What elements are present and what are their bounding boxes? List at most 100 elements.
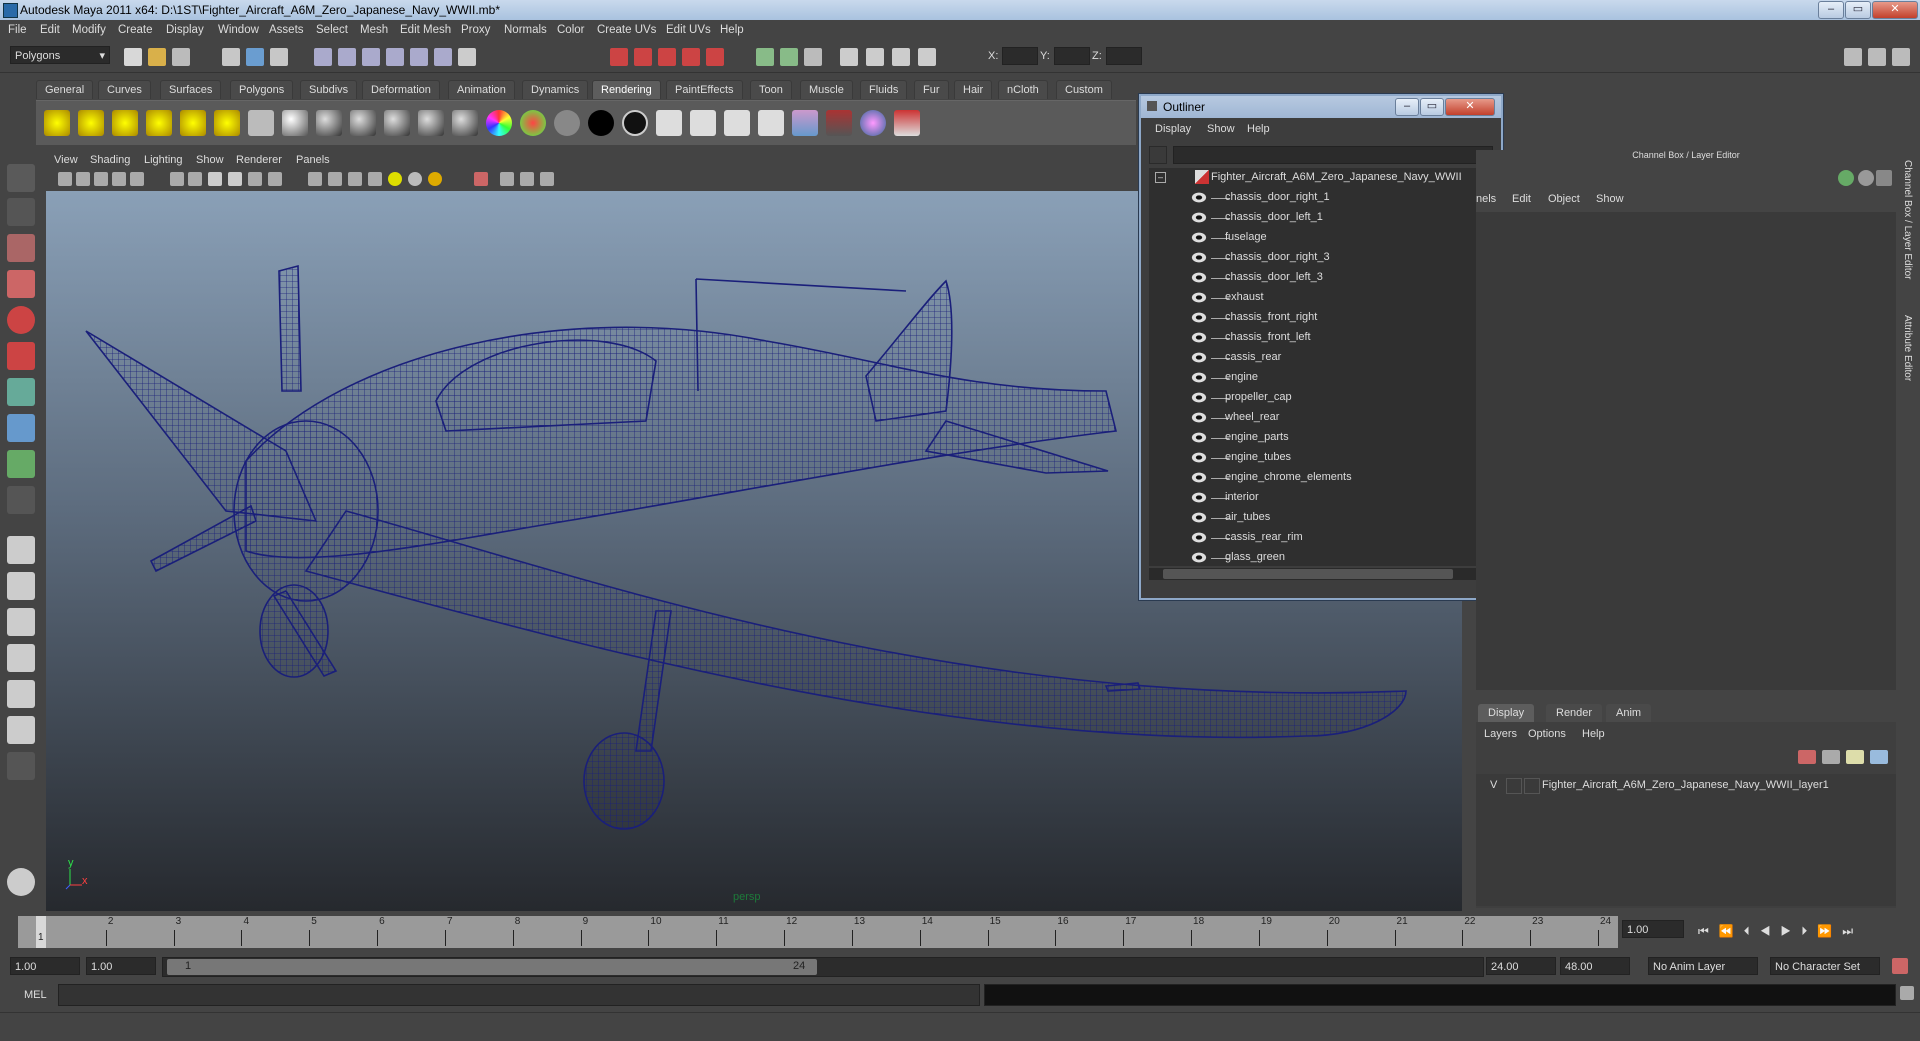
select-hierarchy-icon[interactable]: [222, 48, 240, 66]
go-to-end-icon[interactable]: ⏭: [1842, 924, 1863, 938]
playback-end-field[interactable]: 24.00: [1486, 957, 1556, 975]
range-slider-handle[interactable]: 1 24: [167, 959, 817, 975]
menu-edit[interactable]: Edit: [40, 24, 60, 36]
select-object-icon[interactable]: [246, 48, 264, 66]
vp-menu-renderer[interactable]: Renderer: [236, 154, 282, 166]
select-tool-icon[interactable]: [7, 164, 35, 192]
render-settings-icon[interactable]: [658, 48, 676, 66]
camera-attributes-icon[interactable]: [76, 172, 90, 186]
minimize-button[interactable]: –: [1818, 1, 1844, 19]
soft-select-icon[interactable]: [866, 48, 884, 66]
outliner-maximize-button[interactable]: ▭: [1420, 98, 1444, 116]
four-view-layout-icon[interactable]: [7, 572, 35, 600]
menu-color[interactable]: Color: [557, 24, 584, 36]
menu-select[interactable]: Select: [316, 24, 348, 36]
shelf-tab-subdivs[interactable]: Subdivs: [300, 80, 358, 99]
layers-help-menu[interactable]: Help: [1582, 728, 1605, 740]
vp-menu-panels[interactable]: Panels: [296, 154, 330, 166]
flat-shade-icon[interactable]: [228, 172, 242, 186]
menu-create-uvs[interactable]: Create UVs: [597, 24, 656, 36]
ambient-light-icon[interactable]: [44, 110, 70, 136]
menu-normals[interactable]: Normals: [504, 24, 547, 36]
paint-select-tool-icon[interactable]: [7, 234, 35, 262]
select-camera-icon[interactable]: [58, 172, 72, 186]
channelbox-show-menu[interactable]: Show: [1596, 193, 1624, 205]
new-scene-icon[interactable]: [124, 48, 142, 66]
channel-box-pen-icon[interactable]: [1876, 170, 1892, 186]
open-scene-icon[interactable]: [148, 48, 166, 66]
rotate-tool-icon[interactable]: [7, 306, 35, 334]
surface-shader-icon[interactable]: [622, 110, 648, 136]
outliner-root-row[interactable]: – Fighter_Aircraft_A6M_Zero_Japanese_Nav…: [1149, 168, 1479, 188]
z-field[interactable]: [1106, 47, 1142, 65]
gamma-icon[interactable]: [540, 172, 554, 186]
film-gate-icon[interactable]: [130, 172, 144, 186]
persp-graph-layout-icon[interactable]: [7, 644, 35, 672]
cmdline-language[interactable]: MEL: [24, 989, 47, 1001]
outliner-item[interactable]: chassis_front_left: [1149, 328, 1479, 348]
outliner-filter-field[interactable]: [1173, 146, 1493, 164]
outliner-title-bar[interactable]: Outliner – ▭ ✕: [1141, 96, 1501, 118]
area-light-icon[interactable]: [180, 110, 206, 136]
menu-edit-uvs[interactable]: Edit UVs: [666, 24, 711, 36]
layer-visibility-toggle[interactable]: V: [1490, 779, 1497, 791]
menu-proxy[interactable]: Proxy: [461, 24, 490, 36]
directional-light-icon[interactable]: [78, 110, 104, 136]
menu-help[interactable]: Help: [720, 24, 744, 36]
outliner-item[interactable]: chassis_door_right_3: [1149, 248, 1479, 268]
script-editor-icon[interactable]: [1900, 986, 1914, 1000]
channel-box-lock-icon[interactable]: [1858, 170, 1874, 186]
move-tool-icon[interactable]: [7, 270, 35, 298]
x-field[interactable]: [1002, 47, 1038, 65]
current-frame-marker[interactable]: 1: [36, 916, 46, 948]
save-scene-icon[interactable]: [172, 48, 190, 66]
menu-file[interactable]: File: [8, 24, 27, 36]
channelbox-object-menu[interactable]: Object: [1548, 193, 1580, 205]
outliner-item[interactable]: fuselage: [1149, 228, 1479, 248]
outliner-item[interactable]: engine: [1149, 368, 1479, 388]
ipr-icon[interactable]: [690, 110, 716, 136]
lights-yellow-icon[interactable]: [388, 172, 402, 186]
channels-menu[interactable]: nels: [1476, 193, 1496, 205]
lasso-tool-icon[interactable]: [7, 198, 35, 226]
point-light-icon[interactable]: [112, 110, 138, 136]
ramp-shader-icon[interactable]: [486, 110, 512, 136]
shelf-tab-fluids[interactable]: Fluids: [860, 80, 908, 99]
outliner-item[interactable]: glass_green: [1149, 548, 1479, 566]
outliner-item[interactable]: propeller_cap: [1149, 388, 1479, 408]
persp-hypershade-layout-icon[interactable]: [7, 716, 35, 744]
shelf-tab-surfaces[interactable]: Surfaces: [160, 80, 222, 99]
attribute-editor-toggle-icon[interactable]: [1844, 48, 1862, 66]
render-globals-icon[interactable]: [758, 110, 784, 136]
shelf-tab-general[interactable]: General: [36, 80, 94, 99]
symmetry-icon[interactable]: [892, 48, 910, 66]
paint-canvas-icon[interactable]: [860, 110, 886, 136]
outliner-item[interactable]: cassis_rear_rim: [1149, 528, 1479, 548]
hypershade-shelf-icon[interactable]: [792, 110, 818, 136]
layer-tab-render[interactable]: Render: [1546, 704, 1603, 722]
go-to-start-icon[interactable]: ⏮: [1698, 924, 1719, 938]
outliner-item[interactable]: air_tubes: [1149, 508, 1479, 528]
new-layer-icon[interactable]: [1846, 750, 1864, 764]
layer-settings-icon[interactable]: [1870, 750, 1888, 764]
hypershade-layout-icon[interactable]: [7, 680, 35, 708]
channel-box-side-tab[interactable]: Channel Box / Layer Editor: [1902, 160, 1913, 280]
layout-options-icon[interactable]: [7, 752, 35, 780]
input-line-mode-icon[interactable]: [780, 48, 798, 66]
play-forward-icon[interactable]: ▶: [1781, 924, 1802, 938]
shelf-tab-muscle[interactable]: Muscle: [800, 80, 853, 99]
persp-outliner-layout-icon[interactable]: [7, 608, 35, 636]
universal-manipulator-icon[interactable]: [7, 378, 35, 406]
safe-action-icon[interactable]: [520, 172, 534, 186]
playback-start-field[interactable]: 1.00: [86, 957, 156, 975]
new-layer-empty-icon[interactable]: [1798, 750, 1816, 764]
character-set-dropdown[interactable]: No Character Set: [1770, 957, 1880, 975]
shelf-tab-deformation[interactable]: Deformation: [362, 80, 440, 99]
anim-start-field[interactable]: 1.00: [10, 957, 80, 975]
outliner-menu-display[interactable]: Display: [1155, 123, 1191, 135]
current-time-field[interactable]: 1.00: [1622, 920, 1684, 938]
channel-box-key-icon[interactable]: [1838, 170, 1854, 186]
anim-layer-dropdown[interactable]: No Anim Layer: [1648, 957, 1758, 975]
maximize-button[interactable]: ▭: [1845, 1, 1871, 19]
camera-icon[interactable]: [248, 110, 274, 136]
